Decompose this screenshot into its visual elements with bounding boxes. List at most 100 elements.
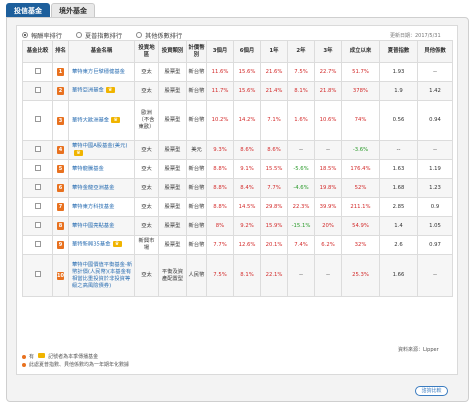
return-y2-cell: 7.4% bbox=[287, 235, 315, 255]
return-m6-cell: 8.4% bbox=[233, 178, 261, 198]
return-m3-cell: 11.7% bbox=[206, 81, 234, 101]
header-2y[interactable]: 2年 bbox=[287, 40, 315, 63]
fund-name-cell: 華特新興35基金 ♛ bbox=[68, 235, 135, 255]
return-y1-cell: 8.6% bbox=[260, 140, 288, 160]
beta-cell: 0.9 bbox=[417, 197, 453, 217]
rank-badge-icon: 1 bbox=[57, 68, 64, 76]
fund-name-link[interactable]: 華特中國價值平衡基金-新幣計價(人民幣)(本基金有相當比重投資於非投資等級之高風… bbox=[72, 262, 132, 289]
sharpe-cell: 1.93 bbox=[379, 62, 418, 82]
rank-cell: 1 bbox=[52, 62, 69, 82]
fund-name-link[interactable]: 華特金龍亞洲基金 bbox=[72, 185, 114, 191]
radio-sharpe-ranking[interactable]: 夏普指數排行 bbox=[75, 31, 122, 40]
header-3m[interactable]: 3個月 bbox=[206, 40, 234, 63]
return-y2-cell: -- bbox=[287, 254, 315, 297]
compare-checkbox[interactable] bbox=[34, 86, 41, 93]
currency-cell: 新台幣 bbox=[186, 178, 207, 198]
table-row: 4 華特中國A股基金(美元)♛ 亞大 股票型 美元 9.3% 8.6% 8.6% -- -- -3.… bbox=[22, 140, 453, 160]
currency-cell: 新台幣 bbox=[186, 81, 207, 101]
rank-badge-icon: 3 bbox=[57, 116, 64, 125]
return-since-cell: 378% bbox=[341, 81, 380, 101]
return-y2-cell: -- bbox=[287, 140, 315, 160]
tab-domestic-funds[interactable]: 投信基金 bbox=[6, 3, 50, 18]
fund-name-link[interactable]: 華特新興35基金 bbox=[72, 242, 111, 248]
radio-label: 報酬率排行 bbox=[31, 32, 62, 40]
beta-cell: 1.05 bbox=[417, 216, 453, 236]
rank-badge-icon: 9 bbox=[57, 241, 64, 249]
compare-checkbox[interactable] bbox=[34, 221, 41, 228]
rank-cell: 10 bbox=[52, 254, 69, 297]
return-m6-cell: 9.2% bbox=[233, 216, 261, 236]
header-beta[interactable]: 貝他係數 bbox=[417, 40, 453, 63]
header-1y[interactable]: 1年 bbox=[260, 40, 288, 63]
return-y2-cell: -15.1% bbox=[287, 216, 315, 236]
fund-name-link[interactable]: 華特中國亮點基金 bbox=[72, 223, 114, 229]
return-y2-cell: 7.5% bbox=[287, 62, 315, 82]
rank-cell: 9 bbox=[52, 235, 69, 255]
region-cell: 亞太 bbox=[134, 254, 159, 297]
compare-checkbox[interactable] bbox=[34, 240, 41, 247]
header-sharpe[interactable]: 夏普指數 bbox=[379, 40, 418, 63]
fund-name-link[interactable]: 華特龍騰基金 bbox=[72, 166, 104, 172]
rank-badge-icon: 6 bbox=[57, 184, 64, 192]
region-cell: 歐洲（不含東歐） bbox=[134, 100, 159, 141]
compare-cell bbox=[22, 159, 53, 179]
region-cell: 亞太 bbox=[134, 62, 159, 82]
return-y3-cell: 10.6% bbox=[314, 100, 342, 141]
rank-cell: 5 bbox=[52, 159, 69, 179]
return-m6-cell: 9.1% bbox=[233, 159, 261, 179]
header-6m[interactable]: 6個月 bbox=[233, 40, 261, 63]
radio-return-ranking[interactable]: 報酬率排行 bbox=[22, 31, 62, 40]
currency-cell: 新台幣 bbox=[186, 62, 207, 82]
fund-name-link[interactable]: 華特大歐洲基金 bbox=[72, 117, 109, 123]
category-cell: 平衡及資產配置型 bbox=[158, 254, 187, 297]
return-y3-cell: 21.8% bbox=[314, 81, 342, 101]
bottom-bar: 諮詢比較 bbox=[16, 378, 458, 396]
compare-checkbox[interactable] bbox=[34, 67, 41, 74]
compare-checkbox[interactable] bbox=[34, 145, 41, 152]
compare-checkbox[interactable] bbox=[34, 202, 41, 209]
compare-checkbox[interactable] bbox=[34, 183, 41, 190]
category-cell: 股票型 bbox=[158, 197, 187, 217]
fund-name-link[interactable]: 華特東方巨擘穩健基金 bbox=[72, 69, 125, 75]
compare-cell bbox=[22, 140, 53, 160]
tab-offshore-funds[interactable]: 境外基金 bbox=[51, 3, 95, 18]
compare-checkbox[interactable] bbox=[34, 116, 41, 122]
compare-cell bbox=[22, 62, 53, 82]
currency-cell: 新台幣 bbox=[186, 235, 207, 255]
fund-ranking-table: 基金比較 排名 基金名稱 投資地區 投資類別 計價幣別 3個月 6個月 1年 2… bbox=[22, 40, 453, 297]
beta-cell: 0.94 bbox=[417, 100, 453, 141]
table-row: 5 華特龍騰基金 亞大 股票型 新台幣 8.8% 9.1% 15.5% -5.6% 18.5% 17… bbox=[22, 159, 453, 179]
return-y1-cell: 15.5% bbox=[260, 159, 288, 179]
return-y3-cell: 19.8% bbox=[314, 178, 342, 198]
return-y2-cell: 1.6% bbox=[287, 100, 315, 141]
sharpe-cell: 1.4 bbox=[379, 216, 418, 236]
compare-checkbox[interactable] bbox=[34, 271, 41, 277]
return-y3-cell: -- bbox=[314, 254, 342, 297]
fund-name-link[interactable]: 華特亞洲基金 bbox=[72, 88, 104, 94]
return-since-cell: 54.9% bbox=[341, 216, 380, 236]
return-y1-cell: 7.7% bbox=[260, 178, 288, 198]
header-3y[interactable]: 3年 bbox=[314, 40, 342, 63]
compare-button[interactable]: 諮詢比較 bbox=[415, 386, 448, 396]
header-since-inception[interactable]: 成立以來 bbox=[341, 40, 380, 63]
radio-other-ranking[interactable]: 其他係數排行 bbox=[136, 31, 182, 40]
table-row: 7 華特東方科技基金 亞太 股票型 新台幣 8.8% 14.5% 29.8% 22.3% 39.9… bbox=[22, 197, 453, 217]
fund-name-link[interactable]: 華特中國A股基金(美元) bbox=[72, 143, 127, 149]
return-m6-cell: 14.2% bbox=[233, 100, 261, 141]
return-y3-cell: -- bbox=[314, 140, 342, 160]
fund-name-cell: 華特金龍亞洲基金 bbox=[68, 178, 135, 198]
sharpe-cell: 2.85 bbox=[379, 197, 418, 217]
crown-icon: ♛ bbox=[74, 149, 83, 156]
table-row: 1 華特東方巨擘穩健基金 亞太 股票型 新台幣 11.6% 15.6% 21.6% 7.5% 22… bbox=[22, 62, 453, 82]
crown-icon: ♛ bbox=[105, 87, 115, 94]
region-cell: 亞大 bbox=[134, 140, 159, 160]
return-y3-cell: 20% bbox=[314, 216, 342, 236]
return-since-cell: 32% bbox=[341, 235, 380, 255]
fund-name-link[interactable]: 華特東方科技基金 bbox=[72, 204, 114, 210]
region-cell: 亞太 bbox=[134, 178, 159, 198]
sharpe-cell: 0.56 bbox=[379, 100, 418, 141]
return-y3-cell: 22.7% bbox=[314, 62, 342, 82]
compare-checkbox[interactable] bbox=[34, 164, 41, 171]
return-y1-cell: 29.8% bbox=[260, 197, 288, 217]
compare-cell bbox=[22, 100, 53, 141]
